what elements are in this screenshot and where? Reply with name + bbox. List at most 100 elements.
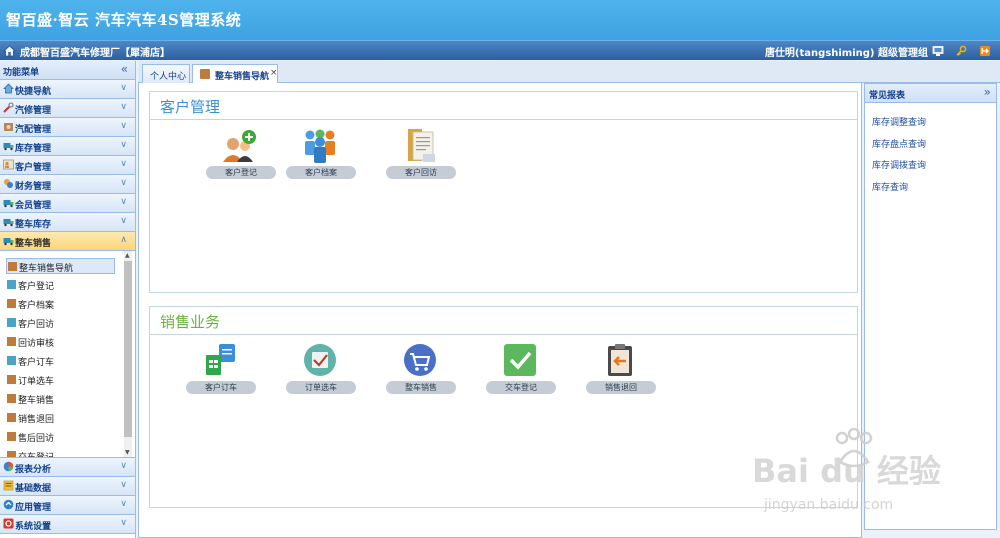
app-customer-visit[interactable]: 客户回访 bbox=[366, 128, 476, 182]
menu-item-finance[interactable]: 财务管理 ∨ bbox=[0, 175, 135, 194]
app-delivery-register[interactable]: 交车登记 bbox=[466, 343, 576, 397]
menu-item-label: 系统设置 bbox=[15, 522, 52, 532]
app-vehicle-sales[interactable]: 整车销售 bbox=[366, 343, 476, 397]
menu-item-quick-nav[interactable]: 快捷导航 ∨ bbox=[0, 80, 135, 99]
collapse-sidebar-icon[interactable]: « bbox=[121, 62, 128, 76]
app-customer-files[interactable]: 客户档案 bbox=[266, 128, 376, 182]
app-label: 整车销售 bbox=[386, 381, 456, 394]
submenu-item-label: 交车登记 bbox=[18, 453, 55, 458]
menu-item-app-manage[interactable]: 应用管理 ∨ bbox=[0, 496, 135, 515]
folder-icon bbox=[200, 69, 210, 79]
app-label: 客户档案 bbox=[286, 166, 356, 179]
app-label: 客户订车 bbox=[186, 381, 256, 394]
close-icon[interactable]: × bbox=[270, 68, 278, 78]
checkmark-icon bbox=[504, 344, 536, 376]
customer-management-panel: 客户管理 客户登记 客户档案 客户回访 bbox=[149, 91, 858, 293]
chevron-down-icon: ∨ bbox=[120, 499, 127, 509]
scroll-thumb[interactable] bbox=[124, 261, 132, 437]
key-icon[interactable] bbox=[955, 45, 967, 57]
chevron-down-icon: ∨ bbox=[120, 518, 127, 528]
pie-chart-icon bbox=[3, 461, 14, 472]
menu-item-parts[interactable]: 汽配管理 ∨ bbox=[0, 118, 135, 137]
home-icon[interactable] bbox=[3, 45, 16, 57]
app-label: 交车登记 bbox=[486, 381, 556, 394]
folder-icon bbox=[7, 451, 16, 457]
scroll-down-icon[interactable]: ▼ bbox=[125, 449, 130, 456]
tab-personal-center[interactable]: 个人中心 bbox=[142, 64, 190, 83]
tab-label: 个人中心 bbox=[150, 72, 187, 82]
customer-group-icon bbox=[305, 129, 335, 163]
expand-panel-icon[interactable]: » bbox=[984, 85, 991, 99]
menu-item-label: 应用管理 bbox=[15, 503, 52, 513]
submenu-scrollbar[interactable]: ▲ ▼ bbox=[124, 251, 132, 457]
folder-icon bbox=[7, 299, 16, 308]
tab-label: 整车销售导航 bbox=[215, 72, 270, 82]
logout-icon[interactable] bbox=[979, 45, 991, 57]
menu-item-label: 会员管理 bbox=[15, 201, 52, 211]
sales-business-panel: 销售业务 客户订车 订单选车 整车销售 交车登记 销售退回 bbox=[149, 306, 858, 508]
menu-item-reports[interactable]: 报表分析 ∨ bbox=[0, 458, 135, 477]
chevron-down-icon: ∨ bbox=[120, 121, 127, 131]
tab-bar: 个人中心 整车销售导航 × bbox=[138, 61, 1000, 84]
app-customer-order[interactable]: 客户订车 bbox=[166, 343, 276, 397]
folder-icon bbox=[7, 413, 16, 422]
menu-item-customer[interactable]: 客户管理 ∨ bbox=[0, 156, 135, 175]
menu-item-repair[interactable]: 汽修管理 ∨ bbox=[0, 99, 135, 118]
common-reports-header: 常见报表 » bbox=[865, 84, 996, 103]
app-sales-return[interactable]: 销售退回 bbox=[566, 343, 676, 397]
truck-icon bbox=[3, 219, 14, 227]
chevron-down-icon: ∨ bbox=[120, 140, 127, 150]
chevron-down-icon: ∨ bbox=[120, 178, 127, 188]
panel-title: 销售业务 bbox=[160, 313, 221, 331]
panel-header: 销售业务 bbox=[150, 307, 857, 335]
report-link-stock-count[interactable]: 库存盘点查询 bbox=[872, 137, 926, 150]
doc-icon bbox=[7, 280, 16, 289]
info-bar: 成都智百盛汽车修理厂【犀浦店】 唐仕明(tangshiming) 超级管理组 bbox=[0, 40, 1000, 60]
sidebar-header: 功能菜单 « bbox=[0, 61, 135, 80]
chevron-down-icon: ∨ bbox=[120, 197, 127, 207]
submenu-item-label: 客户回访 bbox=[18, 320, 55, 330]
chevron-down-icon: ∨ bbox=[120, 83, 127, 93]
finance-icon bbox=[4, 179, 13, 188]
member-icon bbox=[3, 200, 14, 208]
report-link-stock-adjust[interactable]: 库存调整查询 bbox=[872, 115, 926, 128]
chevron-down-icon: ∨ bbox=[120, 216, 127, 226]
menu-item-member[interactable]: 会员管理 ∨ bbox=[0, 194, 135, 213]
menu-item-vehicle-sales[interactable]: 整车销售 ∧ bbox=[0, 232, 135, 251]
parts-icon bbox=[4, 123, 13, 131]
monitor-icon[interactable] bbox=[932, 45, 944, 57]
menu-item-system-settings[interactable]: 系统设置 ∨ bbox=[0, 515, 135, 534]
order-form-icon bbox=[206, 344, 235, 375]
common-reports-title: 常见报表 bbox=[869, 91, 906, 101]
app-order-select[interactable]: 订单选车 bbox=[266, 343, 376, 397]
menu-item-label: 汽配管理 bbox=[15, 125, 52, 135]
user-info[interactable]: 唐仕明(tangshiming) 超级管理组 bbox=[765, 44, 928, 59]
data-icon bbox=[3, 480, 14, 491]
shopping-cart-icon bbox=[404, 344, 436, 376]
submenu-item-label: 订单选车 bbox=[18, 377, 55, 387]
menu-item-label: 整车库存 bbox=[15, 220, 52, 230]
tab-vehicle-sales-nav[interactable]: 整车销售导航 × bbox=[192, 64, 278, 84]
app-label: 订单选车 bbox=[286, 381, 356, 394]
submenu-item-sales-nav[interactable]: 整车销售导航 bbox=[6, 258, 115, 274]
checklist-icon bbox=[304, 344, 336, 376]
menu-item-label: 报表分析 bbox=[15, 465, 52, 475]
scroll-up-icon[interactable]: ▲ bbox=[125, 252, 130, 259]
add-customer-icon bbox=[223, 130, 256, 162]
menu-item-basic-data[interactable]: 基础数据 ∨ bbox=[0, 477, 135, 496]
report-link-stock-transfer[interactable]: 库存调拨查询 bbox=[872, 158, 926, 171]
chevron-down-icon: ∨ bbox=[120, 480, 127, 490]
report-link-stock-query[interactable]: 库存查询 bbox=[872, 180, 908, 193]
submenu-item-label: 整车销售导航 bbox=[19, 264, 74, 274]
shop-name: 成都智百盛汽车修理厂【犀浦店】 bbox=[20, 48, 170, 59]
menu-item-label: 整车销售 bbox=[15, 239, 52, 249]
menu-item-inventory[interactable]: 库存管理 ∨ bbox=[0, 137, 135, 156]
truck-icon bbox=[3, 238, 14, 246]
chevron-down-icon: ∨ bbox=[120, 461, 127, 471]
home-icon bbox=[3, 83, 14, 94]
app-label: 销售退回 bbox=[586, 381, 656, 394]
menu-item-vehicle-stock[interactable]: 整车库存 ∨ bbox=[0, 213, 135, 232]
top-banner: 智百盛·智云 汽车汽车4S管理系统 bbox=[0, 0, 1000, 40]
panel-title: 客户管理 bbox=[160, 98, 221, 116]
submenu-item-label: 回访审核 bbox=[18, 339, 55, 349]
